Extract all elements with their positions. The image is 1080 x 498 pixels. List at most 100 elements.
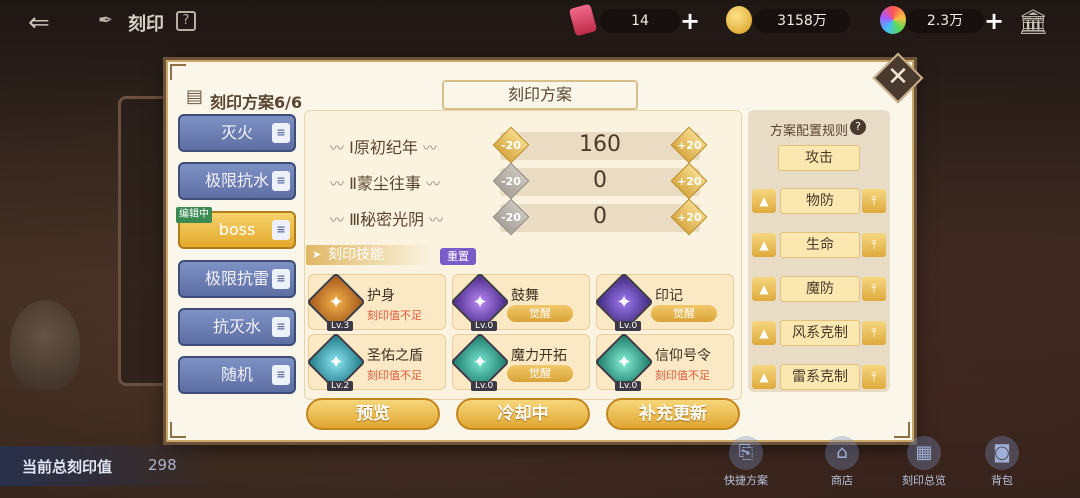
move-top-icon[interactable]: ⤒ <box>862 277 886 301</box>
move-top-icon[interactable]: ⤒ <box>862 365 886 389</box>
nav-label: 商店 <box>831 474 853 487</box>
edit-doc-icon[interactable]: ≡ <box>272 269 290 289</box>
rule-label[interactable]: 生命 <box>780 232 860 258</box>
awaken-button[interactable]: 觉醒 <box>507 305 573 322</box>
edit-doc-icon[interactable]: ≡ <box>272 365 290 385</box>
skill-name: 信仰号令 <box>655 348 711 364</box>
rule-label[interactable]: 物防 <box>780 188 860 214</box>
gold-count: 3158万 <box>754 9 850 33</box>
page-title: 刻印 <box>128 14 164 35</box>
move-top-icon[interactable]: ⤒ <box>862 321 886 345</box>
rule-label[interactable]: 魔防 <box>780 276 860 302</box>
value-label-text: Ⅰ原初纪年 <box>349 138 418 157</box>
rule-row: ▲ 魔防 ⤒ <box>752 276 888 302</box>
reset-button[interactable]: 重置 <box>440 248 476 265</box>
scheme-folder-icon: ▤ <box>186 86 204 107</box>
skill-card[interactable]: ✦ Lv.0 鼓舞 觉醒 <box>450 272 590 332</box>
edit-doc-icon[interactable]: ≡ <box>272 317 290 337</box>
skill-status: 刻印值不足 <box>655 369 710 382</box>
move-up-icon[interactable]: ▲ <box>752 233 776 257</box>
rainbow-gem-icon <box>880 6 906 34</box>
total-label: 当前总刻印值 <box>22 458 113 476</box>
value-row-2: 〰 Ⅱ蒙尘往事 〰 -20 0 +20 <box>330 162 710 200</box>
value-number: 0 <box>593 204 607 229</box>
nav-quick-scheme[interactable]: ⎘ 快捷方案 <box>716 436 776 492</box>
edit-doc-icon[interactable]: ≡ <box>272 123 290 143</box>
shop-icon: ⌂ <box>825 436 859 470</box>
attack-rule[interactable]: 攻击 <box>778 145 860 171</box>
nav-overview[interactable]: ▦ 刻印总览 <box>894 436 954 492</box>
skill-name: 圣佑之盾 <box>367 348 423 364</box>
editing-badge: 编辑中 <box>176 207 212 223</box>
close-icon: ✕ <box>887 62 909 92</box>
scheme-item-1[interactable]: 灭火 ≡ <box>178 114 296 152</box>
edit-doc-icon[interactable]: ≡ <box>272 220 290 240</box>
scheme-label: boss <box>218 220 256 239</box>
skill-status: 刻印值不足 <box>367 369 422 382</box>
preview-button[interactable]: 预览 <box>306 398 440 430</box>
move-up-icon[interactable]: ▲ <box>752 321 776 345</box>
skill-name: 魔力开拓 <box>511 348 567 364</box>
skill-level: Lv.0 <box>471 381 498 391</box>
nav-label: 快捷方案 <box>724 474 768 487</box>
increase-label: +20 <box>677 139 702 152</box>
skill-card[interactable]: ✦ Lv.0 信仰号令 刻印值不足 <box>594 332 734 392</box>
help-icon[interactable]: ? <box>176 11 196 31</box>
skill-level: Lv.3 <box>327 321 354 331</box>
nav-label: 背包 <box>991 474 1013 487</box>
move-up-icon[interactable]: ▲ <box>752 277 776 301</box>
rules-title: 方案配置规则 <box>770 124 849 139</box>
value-number: 160 <box>579 132 621 157</box>
move-up-icon[interactable]: ▲ <box>752 365 776 389</box>
gem-count: 2.3万 <box>906 9 984 33</box>
overview-icon: ▦ <box>907 436 941 470</box>
corner-ornament <box>170 64 186 80</box>
move-up-icon[interactable]: ▲ <box>752 189 776 213</box>
cooldown-button[interactable]: 冷却中 <box>456 398 590 430</box>
top-bar: ⇐ ✒ 刻印 ? 14 + 3158万 2.3万 + 🏛 <box>0 0 1080 44</box>
wave-ornament-icon: 〰 <box>330 213 344 229</box>
rules-help-icon[interactable]: ? <box>850 119 866 135</box>
value-row-1: 〰 Ⅰ原初纪年 〰 -20 160 +20 <box>330 126 710 164</box>
scheme-item-4[interactable]: 极限抗雷 ≡ <box>178 260 296 298</box>
skill-level: Lv.2 <box>327 381 354 391</box>
move-top-icon[interactable]: ⤒ <box>862 233 886 257</box>
back-arrow-icon[interactable]: ⇐ <box>28 8 50 38</box>
ticket-icon <box>568 3 598 37</box>
ticket-count: 14 <box>600 9 680 33</box>
add-gem-button[interactable]: + <box>984 8 1004 34</box>
scheme-item-6[interactable]: 随机 ≡ <box>178 356 296 394</box>
refill-update-button[interactable]: 补充更新 <box>606 398 740 430</box>
bank-icon[interactable]: 🏛 <box>1018 8 1048 36</box>
rule-row: ▲ 物防 ⤒ <box>752 188 888 214</box>
skill-name: 鼓舞 <box>511 288 539 304</box>
value-label-text: Ⅲ秘密光阴 <box>349 210 425 229</box>
nav-bag[interactable]: ◙ 背包 <box>972 436 1032 492</box>
nav-label: 刻印总览 <box>902 474 946 487</box>
skill-card[interactable]: ✦ Lv.2 圣佑之盾 刻印值不足 <box>306 332 446 392</box>
increase-label: +20 <box>677 175 702 188</box>
wave-ornament-icon: 〰 <box>426 177 441 193</box>
move-top-icon[interactable]: ⤒ <box>862 189 886 213</box>
rule-label[interactable]: 风系克制 <box>780 320 860 346</box>
awaken-button[interactable]: 觉醒 <box>651 305 717 322</box>
skill-card[interactable]: ✦ Lv.0 印记 觉醒 <box>594 272 734 332</box>
nav-shop[interactable]: ⌂ 商店 <box>812 436 872 492</box>
wave-ornament-icon: 〰 <box>330 177 344 193</box>
rule-label[interactable]: 雷系克制 <box>780 364 860 390</box>
skill-level: Lv.0 <box>615 381 642 391</box>
awaken-button[interactable]: 觉醒 <box>507 365 573 382</box>
add-ticket-button[interactable]: + <box>680 8 700 34</box>
scheme-item-5[interactable]: 抗灭水 ≡ <box>178 308 296 346</box>
corner-ornament <box>170 422 186 438</box>
skill-card[interactable]: ✦ Lv.0 魔力开拓 觉醒 <box>450 332 590 392</box>
background-robot-mascot <box>10 300 80 390</box>
edit-doc-icon[interactable]: ≡ <box>272 171 290 191</box>
scheme-count: 刻印方案6/6 <box>210 93 303 112</box>
scheme-item-2[interactable]: 极限抗水 ≡ <box>178 162 296 200</box>
value-row-3: 〰 Ⅲ秘密光阴 〰 -20 0 +20 <box>330 198 710 236</box>
scheme-label: 随机 <box>220 365 253 384</box>
skill-name: 护身 <box>367 288 395 304</box>
skill-card[interactable]: ✦ Lv.3 护身 刻印值不足 <box>306 272 446 332</box>
quick-scheme-icon: ⎘ <box>729 436 763 470</box>
